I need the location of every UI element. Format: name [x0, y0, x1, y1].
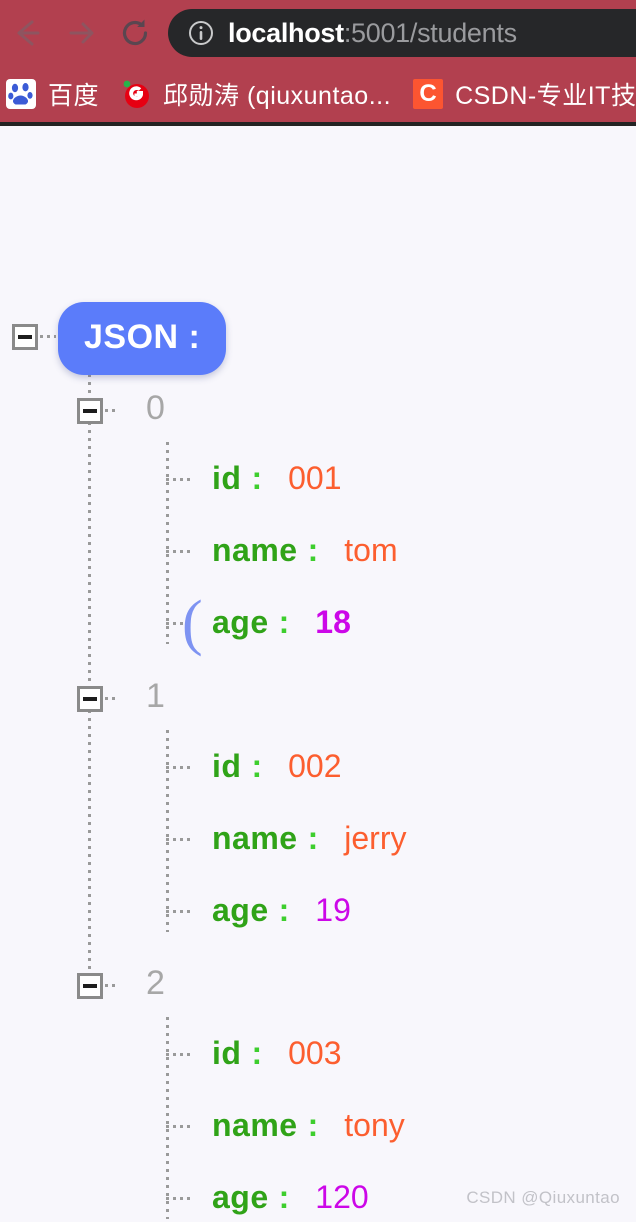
- url-host: localhost: [228, 17, 344, 48]
- reload-button[interactable]: [108, 0, 162, 66]
- bookmark-baidu[interactable]: 百度: [6, 76, 99, 112]
- field-colon: :: [251, 1035, 263, 1071]
- field-id: id : 003: [212, 1035, 341, 1072]
- bookmark-label: 邱勋涛 (qiuxuntao...: [163, 82, 392, 110]
- field-id: id : 002: [212, 748, 341, 785]
- google-icon: [121, 79, 151, 109]
- tree-connector: [166, 550, 192, 553]
- field-age: age : 120: [212, 1179, 369, 1216]
- tree-connector: [166, 910, 192, 913]
- field-value: 002: [288, 748, 342, 784]
- info-circle-icon[interactable]: [188, 20, 214, 46]
- browser-chrome: localhost:5001/students 百度 邱勋涛 (qiuxunta…: [0, 0, 636, 126]
- bookmark-csdn[interactable]: C CSDN-专业IT技: [413, 76, 636, 112]
- minus-glyph: [18, 335, 32, 339]
- field-colon: :: [307, 532, 319, 568]
- field-key: id: [212, 460, 242, 496]
- field-key: age: [212, 604, 269, 640]
- minus-glyph: [83, 409, 97, 413]
- tree-connector: [166, 478, 192, 481]
- collapse-toggle-node-0[interactable]: [77, 398, 103, 424]
- tree-connector: [166, 1125, 192, 1128]
- browser-toolbar: localhost:5001/students: [0, 0, 636, 66]
- minus-glyph: [83, 984, 97, 988]
- field-key: name: [212, 1107, 298, 1143]
- field-colon: :: [251, 748, 263, 784]
- tree-connector: [105, 697, 119, 700]
- field-colon: :: [251, 460, 263, 496]
- tree-connector: [166, 1197, 192, 1200]
- field-colon: :: [278, 604, 290, 640]
- node-index-1: 1: [146, 677, 165, 715]
- baidu-icon: [6, 79, 36, 109]
- collapse-toggle-node-1[interactable]: [77, 686, 103, 712]
- field-key: id: [212, 748, 242, 784]
- field-value: 19: [315, 892, 351, 928]
- csdn-watermark: CSDN @Qiuxuntao: [466, 1188, 620, 1207]
- json-root-badge: JSON :: [58, 302, 227, 375]
- field-age: age : 19: [212, 892, 351, 929]
- bookmarks-bar: 百度 邱勋涛 (qiuxuntao... C CSDN-专业IT技: [0, 66, 636, 122]
- field-value: 18: [315, 604, 351, 640]
- collapse-toggle-node-2[interactable]: [77, 973, 103, 999]
- field-name: name : tony: [212, 1107, 405, 1144]
- tree-connector: [166, 838, 192, 841]
- field-value: tom: [344, 532, 398, 568]
- minus-glyph: [83, 697, 97, 701]
- url-text: localhost:5001/students: [228, 18, 517, 49]
- node-index-2: 2: [146, 964, 165, 1002]
- back-arrow-icon: [17, 20, 40, 46]
- field-colon: :: [278, 1179, 290, 1215]
- field-colon: :: [307, 1107, 319, 1143]
- field-value: 120: [315, 1179, 369, 1215]
- field-key: id: [212, 1035, 242, 1071]
- field-value: 003: [288, 1035, 342, 1071]
- tree-trunk: [88, 374, 91, 994]
- field-id: id : 001: [212, 460, 341, 497]
- tree-connector: [166, 766, 192, 769]
- url-path: :5001/students: [343, 17, 517, 48]
- field-key: name: [212, 532, 298, 568]
- reload-icon: [122, 19, 148, 46]
- tree-connector: [105, 984, 119, 987]
- field-name: name : jerry: [212, 820, 406, 857]
- node-index-0: 0: [146, 389, 165, 427]
- json-tree-viewer: JSON : 0 id : 001 name : tom age : 18 ( …: [0, 126, 636, 1219]
- collapse-toggle-root[interactable]: [12, 324, 38, 350]
- field-key: name: [212, 820, 298, 856]
- bookmark-label: 百度: [48, 82, 100, 110]
- csdn-icon: C: [413, 79, 444, 109]
- field-colon: :: [278, 892, 290, 928]
- tree-connector: [166, 1053, 192, 1056]
- tree-connector: [105, 409, 119, 412]
- field-key: age: [212, 892, 269, 928]
- field-colon: :: [307, 820, 319, 856]
- tree-connector: [40, 335, 56, 338]
- tree-branch-1: [166, 730, 169, 932]
- field-value: 001: [288, 460, 342, 496]
- field-value: tony: [344, 1107, 405, 1143]
- forward-arrow-icon: [69, 22, 94, 44]
- field-age: age : 18: [212, 604, 351, 641]
- tree-branch-0: [166, 442, 169, 644]
- field-name: name : tom: [212, 532, 398, 569]
- address-bar[interactable]: localhost:5001/students: [168, 9, 636, 57]
- field-value: jerry: [344, 820, 407, 856]
- bookmark-gmail[interactable]: 邱勋涛 (qiuxuntao...: [121, 76, 391, 112]
- field-key: age: [212, 1179, 269, 1215]
- back-button[interactable]: [0, 0, 54, 66]
- bookmark-label: CSDN-专业IT技: [455, 82, 636, 110]
- tree-branch-2: [166, 1017, 169, 1219]
- text-caret-icon: (: [182, 589, 203, 657]
- forward-button[interactable]: [54, 0, 108, 66]
